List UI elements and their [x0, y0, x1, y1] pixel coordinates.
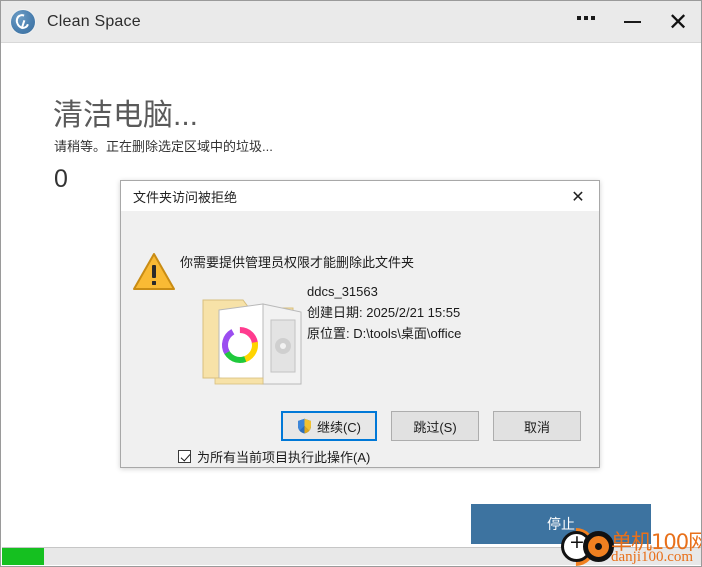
file-original-location: 原位置: D:\tools\桌面\office: [307, 326, 462, 341]
dialog-header: 文件夹访问被拒绝 ✕: [121, 181, 599, 211]
apply-to-all-row[interactable]: 为所有当前项目执行此操作(A): [178, 447, 370, 466]
more-options-button[interactable]: [563, 1, 609, 47]
open-folder-icon: [197, 286, 307, 391]
progress-bar-fill: [2, 548, 44, 565]
uac-shield-icon: [297, 418, 312, 434]
minimize-icon: [623, 20, 641, 23]
close-button[interactable]: ✕: [655, 1, 701, 43]
apply-to-all-checkbox[interactable]: [178, 450, 191, 463]
warning-triangle-icon: [132, 252, 176, 292]
titlebar: Clean Space ✕: [1, 1, 701, 43]
file-name: ddcs_31563: [307, 284, 378, 299]
dialog-close-button[interactable]: ✕: [557, 181, 599, 211]
skip-button[interactable]: 跳过(S): [391, 411, 479, 441]
status-text: 请稍等。正在删除选定区域中的垃圾...: [54, 139, 273, 154]
continue-button-label: 继续(C): [316, 419, 362, 435]
clean-space-logo-icon: [11, 9, 35, 34]
dialog-title: 文件夹访问被拒绝: [133, 189, 238, 205]
file-details: ddcs_31563 创建日期: 2025/2/21 15:55 原位置: D:…: [307, 281, 461, 344]
minimize-button[interactable]: [609, 1, 655, 43]
dialog-body: 你需要提供管理员权限才能删除此文件夹 ddcs_31563 创建日期: 2025…: [121, 211, 599, 468]
clean-space-window: Clean Space ✕ 清洁电脑... 请稍等。正在删除选定区域中的垃圾..…: [0, 0, 702, 567]
dialog-message: 你需要提供管理员权限才能删除此文件夹: [180, 255, 415, 270]
cleaned-counter: 0: [54, 165, 68, 193]
close-icon: ✕: [667, 7, 689, 36]
cancel-button[interactable]: 取消: [493, 411, 581, 441]
apply-to-all-label: 为所有当前项目执行此操作(A): [197, 450, 371, 465]
dialog-button-row: 继续(C) 跳过(S) 取消: [121, 411, 599, 441]
progress-bar: [2, 547, 701, 565]
folder-access-denied-dialog: 文件夹访问被拒绝 ✕ 你需要提供管理员权限才能删除此文件夹 ddcs_31563…: [120, 180, 600, 468]
more-icon: [576, 15, 597, 21]
file-created-date: 创建日期: 2025/2/21 15:55: [307, 305, 461, 320]
page-title: 清洁电脑...: [53, 99, 199, 132]
stop-button[interactable]: 停止: [471, 504, 651, 544]
continue-button[interactable]: 继续(C): [281, 411, 377, 441]
app-title: Clean Space: [47, 12, 141, 30]
window-controls: ✕: [563, 1, 701, 42]
